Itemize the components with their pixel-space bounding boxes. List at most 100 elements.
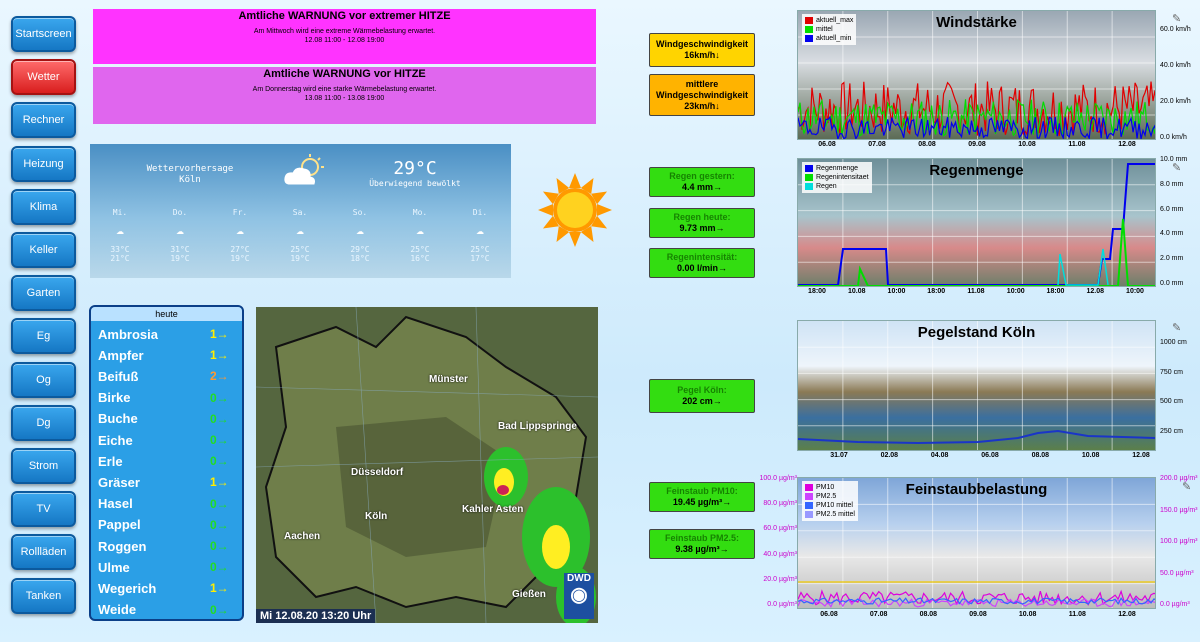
pollen-row: Ambrosia 1→ — [98, 324, 238, 344]
nav-button-og[interactable]: Og — [11, 361, 76, 398]
x-tick-label: 09.08 — [968, 141, 986, 148]
fine-dust-chart[interactable]: PM10 PM2.5 PM10 mittel PM2.5 mittel Feinsta… — [797, 477, 1156, 609]
pm10-reading: 19.45 µg/m³→ — [672, 497, 732, 507]
pollen-row: Weide 0→ — [98, 600, 238, 619]
x-tick-label: 08.08 — [1031, 452, 1050, 459]
y-tick-label: 8.0 mm — [1160, 180, 1184, 188]
x-tick-label: 18:00 — [927, 288, 946, 295]
legend-swatch — [805, 182, 813, 190]
nav-button-heizung[interactable]: Heizung — [11, 145, 76, 182]
rain-today-value: Regen heute: 9.73 mm→ — [649, 208, 755, 238]
y-tick-label: 500 cm — [1160, 398, 1183, 406]
pollen-level: 0→ — [210, 496, 229, 511]
nav-button-keller[interactable]: Keller — [11, 232, 76, 268]
pollen-name: Ulme — [98, 559, 130, 575]
x-tick-label: 11.08 — [967, 288, 985, 295]
legend-entry[interactable]: PM10 mittel — [805, 501, 855, 510]
nav-button-startscreen[interactable]: Startscreen — [11, 16, 76, 52]
dwd-swirl-icon: ◉ — [570, 584, 588, 606]
pollen-name: Pappel — [98, 517, 141, 533]
nav-button-garten[interactable]: Garten — [11, 275, 76, 312]
forecast-day: Sa. ☁ 25°C 19°C — [270, 208, 330, 263]
pollen-name: Hasel — [98, 496, 133, 512]
wind-chart[interactable]: aktuell_max mittel aktuell_min Windstärke — [797, 10, 1156, 140]
rain-edit-pencil-icon[interactable]: ✎ — [1172, 161, 1181, 174]
legend-swatch — [805, 34, 813, 42]
wind-speed-label: Windgeschwindigkeit — [656, 39, 748, 49]
nav-button-tanken[interactable]: Tanken — [11, 577, 76, 614]
forecast-day-low: 19°C — [290, 254, 310, 263]
pollen-row: Beifuß 2→ — [98, 366, 238, 386]
nav-button-eg[interactable]: Eg — [11, 318, 76, 355]
forecast-day-low: 17°C — [470, 254, 490, 263]
forecast-day: Mi. ☁ 33°C 21°C — [90, 208, 150, 263]
rain-chart[interactable]: Regenmenge Regenintensitaet Regen Regenmen… — [797, 158, 1156, 287]
x-tick-label: 18:00 — [1046, 288, 1065, 295]
pm25-label: Feinstaub PM2.5: — [664, 533, 739, 543]
wind-chart-title: Windstärke — [936, 14, 1017, 31]
forecast-day: Fr. ☁ 27°C 19°C — [210, 208, 270, 263]
map-city-duesseldorf: Düsseldorf — [351, 467, 404, 478]
legend-entry[interactable]: aktuell_min — [805, 34, 853, 43]
rain-today-label: Regen heute: — [673, 212, 731, 222]
legend-entry[interactable]: PM2.5 mittel — [805, 510, 855, 519]
forecast-day-high: 25°C — [290, 245, 310, 254]
x-tick-label: 07.08 — [869, 611, 888, 618]
pollen-name: Ambrosia — [98, 326, 158, 342]
map-city-giessen: Gießen — [512, 589, 546, 600]
pm10-label: Feinstaub PM10: — [666, 486, 738, 496]
forecast-day: Mo. ☁ 25°C 16°C — [390, 208, 450, 263]
x-tick-label: 11.08 — [1068, 611, 1086, 618]
pollen-name: Erle — [98, 453, 123, 469]
wind-edit-pencil-icon[interactable]: ✎ — [1172, 12, 1181, 25]
forecast-day: Di. ☁ 25°C 17°C — [450, 208, 510, 263]
y-tick-label: 40.0 km/h — [1160, 62, 1191, 69]
forecast-day-name: Sa. — [292, 208, 308, 217]
water-level-edit-pencil-icon[interactable]: ✎ — [1172, 321, 1181, 334]
x-tick-label: 31.07 — [830, 452, 848, 459]
x-tick-label: 08.08 — [919, 611, 938, 618]
x-tick-label: 02.08 — [880, 452, 899, 459]
rain-radar-map[interactable]: Münster Bad Lippspringe Düsseldorf Kahle… — [256, 307, 598, 623]
weather-forecast-widget[interactable]: Wettervorhersage Köln 29°C Überwiegend b… — [90, 144, 511, 278]
rain-today-reading: 9.73 mm→ — [679, 223, 725, 233]
water-level-chart[interactable]: Pegelstand Köln — [797, 320, 1156, 451]
map-city-kahler-asten: Kahler Asten — [462, 504, 524, 515]
cloud-icon: ☁ — [356, 223, 364, 238]
y-tick-label: 40.0 µg/m³ — [763, 550, 797, 558]
pm10-value: Feinstaub PM10: 19.45 µg/m³→ — [649, 482, 755, 512]
pollen-row: Ulme 0→ — [98, 557, 238, 577]
nav-button-rechner[interactable]: Rechner — [11, 102, 76, 139]
warning-heat: Amtliche WARNUNG vor HITZE Am Donnerstag… — [93, 67, 596, 124]
pollen-name: Roggen — [98, 538, 147, 554]
nav-button-klima[interactable]: Klima — [11, 188, 76, 225]
x-tick-label: 11.08 — [1068, 141, 1086, 148]
rain-yesterday-reading: 4.4 mm→ — [681, 182, 723, 192]
map-city-koeln: Köln — [365, 511, 388, 522]
x-tick-label: 10.08 — [1018, 141, 1036, 148]
nav-button-tv[interactable]: TV — [11, 491, 76, 528]
rain-intensity-value: Regenintensität: 0.00 l/min→ — [649, 248, 755, 278]
pollen-row: Buche 0→ — [98, 409, 238, 429]
partly-cloudy-icon — [284, 154, 324, 185]
pollen-level: 0→ — [210, 390, 229, 405]
wind-average-value: mittlere Windgeschwindigkeit 23km/h↓ — [649, 74, 755, 116]
forecast-day-high: 33°C — [110, 245, 130, 254]
forecast-current-temp: 29°C — [393, 158, 437, 179]
y-tick-label: 0.0 km/h — [1160, 134, 1187, 141]
rain-intensity-reading: 0.00 l/min→ — [676, 263, 728, 273]
nav-button-rolllden[interactable]: Rollläden — [11, 534, 76, 571]
warning-period: 13.08 11:00 - 13.08 19:00 — [304, 95, 385, 102]
nav-button-wetter[interactable]: Wetter — [11, 59, 76, 96]
pollen-row: Erle 0→ — [98, 451, 238, 471]
y-tick-label: 20.0 km/h — [1160, 98, 1191, 105]
dwd-logo-text: DWD — [567, 573, 591, 584]
nav-button-dg[interactable]: Dg — [11, 404, 76, 441]
nav-button-strom[interactable]: Strom — [11, 448, 76, 484]
cloud-icon: ☁ — [116, 223, 124, 238]
pm25-reading: 9.38 µg/m³→ — [675, 544, 729, 554]
fine-dust-edit-pencil-icon[interactable]: ✎ — [1182, 480, 1191, 493]
forecast-day-high: 27°C — [230, 245, 250, 254]
y-tick-label: 80.0 µg/m³ — [763, 500, 797, 508]
legend-entry[interactable]: Regen — [805, 182, 869, 191]
